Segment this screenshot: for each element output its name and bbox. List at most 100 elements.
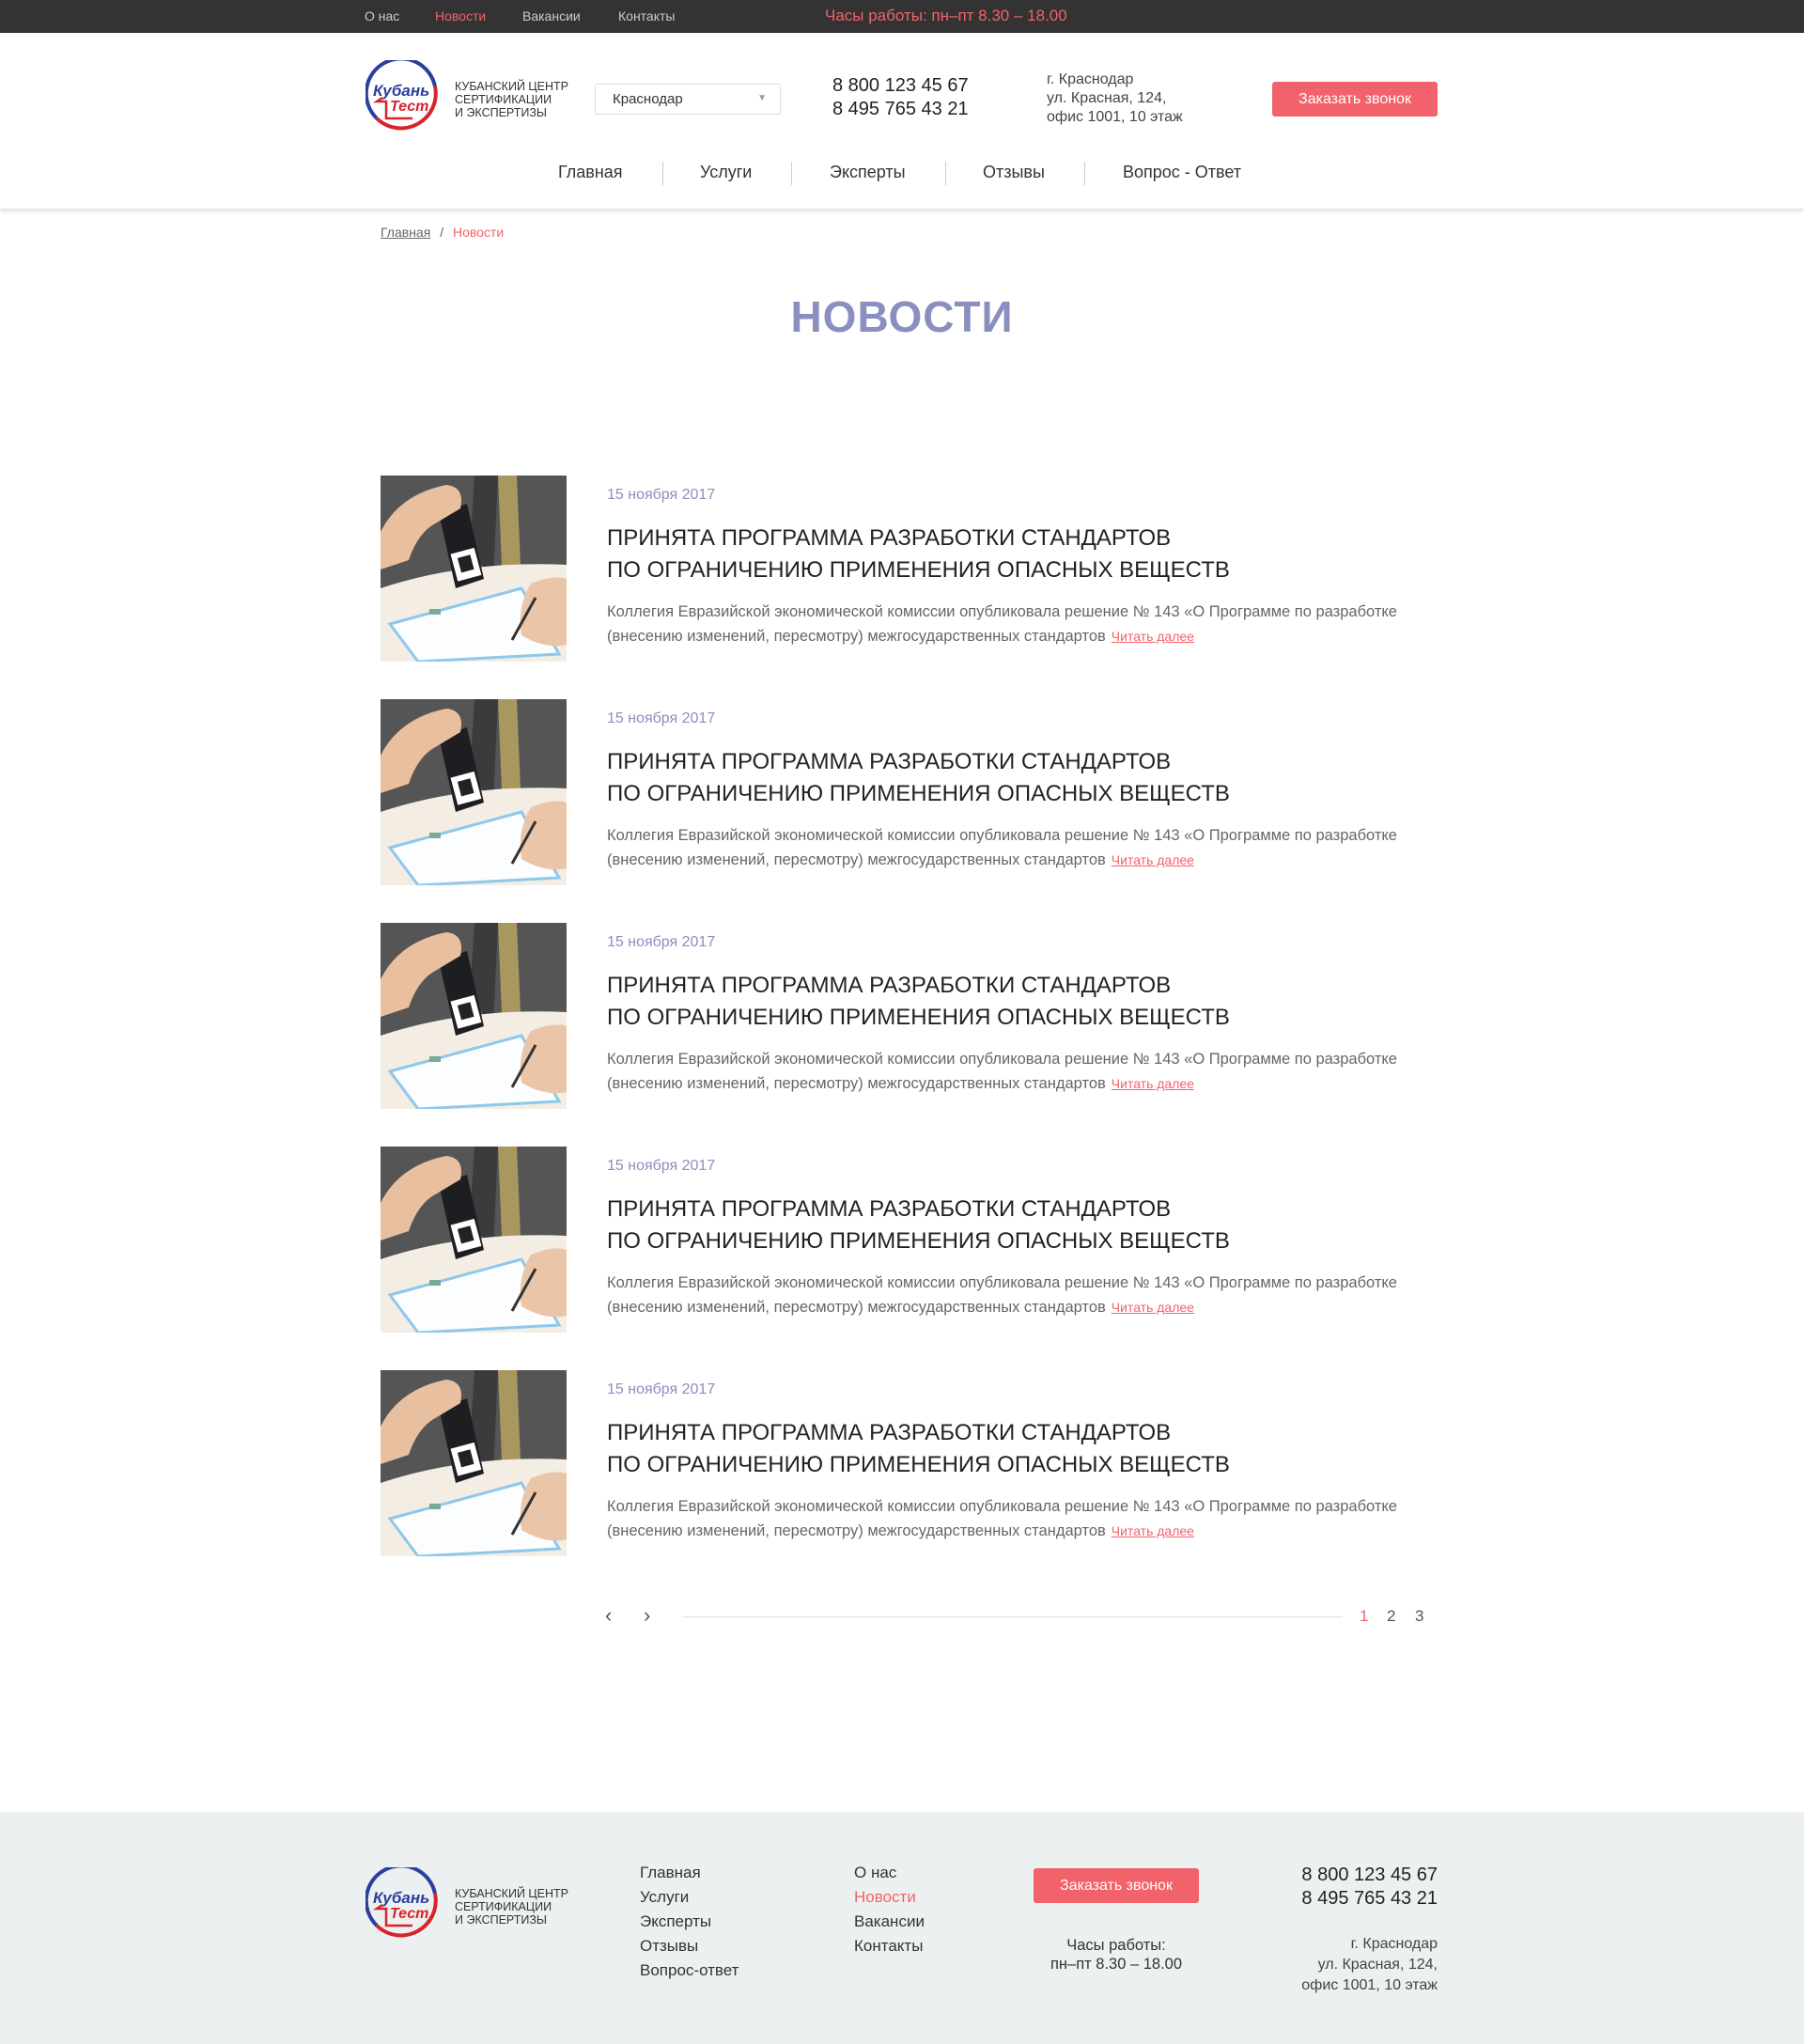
news-date: 15 ноября 2017	[607, 487, 716, 503]
nav-services[interactable]: Услуги	[700, 163, 752, 182]
news-description-text: Коллегия Евразийской экономической комис…	[607, 827, 1397, 868]
nav-reviews[interactable]: Отзывы	[983, 163, 1045, 182]
footer-link-reviews[interactable]: Отзывы	[640, 1934, 739, 1958]
breadcrumb-current: Новости	[452, 225, 505, 240]
news-image[interactable]	[381, 699, 567, 885]
news-image[interactable]	[381, 923, 567, 1109]
nav-experts[interactable]: Эксперты	[830, 163, 906, 182]
callback-button[interactable]: Заказать звонок	[1272, 82, 1438, 117]
logo-link[interactable]: Кубань Тест	[364, 56, 443, 142]
top-link-vacancies[interactable]: Вакансии	[522, 8, 581, 23]
news-date: 15 ноября 2017	[607, 934, 716, 950]
news-image[interactable]	[381, 476, 567, 662]
news-item: 15 ноября 2017 Принята программа разрабо…	[381, 476, 1442, 662]
read-more-link[interactable]: Читать далее	[1112, 629, 1194, 644]
footer-link-about[interactable]: О нас	[854, 1861, 925, 1885]
news-item: 15 ноября 2017 Принята программа разрабо…	[381, 699, 1442, 885]
news-title[interactable]: Принята программа разработки стандартов …	[607, 970, 1434, 1034]
footer-link-services[interactable]: Услуги	[640, 1885, 739, 1910]
news-image[interactable]	[381, 1147, 567, 1333]
address-line: ул. Красная, 124,	[1047, 90, 1167, 106]
nav-separator	[1084, 162, 1085, 185]
logo-icon: Кубань Тест	[364, 56, 438, 131]
city-select[interactable]: Краснодар ▼	[595, 84, 781, 115]
phone-2[interactable]: 8 495 765 43 21	[832, 98, 969, 121]
read-more-link[interactable]: Читать далее	[1112, 852, 1194, 867]
news-item: 15 ноября 2017 Принята программа разрабо…	[381, 1147, 1442, 1333]
next-page-icon[interactable]: ›	[644, 1603, 650, 1628]
top-link-about[interactable]: О нас	[365, 8, 399, 23]
read-more-link[interactable]: Читать далее	[1112, 1523, 1194, 1538]
news-description-text: Коллегия Евразийской экономической комис…	[607, 603, 1397, 645]
news-title-line: Принята программа разработки стандартов	[607, 525, 1172, 551]
news-item: 15 ноября 2017 Принята программа разрабо…	[381, 1370, 1442, 1556]
top-bar: О нас Новости Вакансии Контакты Часы раб…	[0, 0, 1804, 33]
news-date: 15 ноября 2017	[607, 710, 716, 726]
page-title: НОВОСТИ	[790, 292, 1014, 341]
logo-text-line: Кубанский центр	[455, 80, 568, 93]
prev-page-icon[interactable]: ‹	[605, 1603, 612, 1628]
stamp-photo-icon	[381, 476, 567, 662]
address-line: г. Краснодар	[1047, 71, 1134, 87]
breadcrumb-separator: /	[440, 225, 444, 240]
news-title-line: Принята программа разработки стандартов	[607, 1196, 1172, 1222]
news-title[interactable]: Принята программа разработки стандартов …	[607, 746, 1434, 810]
phone-1[interactable]: 8 800 123 45 67	[832, 74, 969, 98]
footer-callback-button[interactable]: Заказать звонок	[1034, 1868, 1199, 1903]
nav-separator	[791, 162, 792, 185]
pagination: ‹ › 1 2 3	[601, 1603, 1447, 1631]
header-address: г. Краснодар ул. Красная, 124, офис 1001…	[1047, 70, 1183, 127]
footer-nav-main: Главная Услуги Эксперты Отзывы Вопрос-от…	[640, 1861, 739, 1983]
news-title-line: по ограничению применения опасных вещест…	[607, 1005, 1230, 1030]
footer-link-experts[interactable]: Эксперты	[640, 1910, 739, 1934]
news-title[interactable]: Принята программа разработки стандартов …	[607, 523, 1434, 586]
stamp-photo-icon	[381, 699, 567, 885]
read-more-link[interactable]: Читать далее	[1112, 1300, 1194, 1315]
logo-text-line: и экспертизы	[455, 1913, 547, 1927]
nav-separator	[945, 162, 946, 185]
news-title-line: Принята программа разработки стандартов	[607, 749, 1172, 774]
footer: Кубань Тест Кубанский центр сертификации…	[0, 1812, 1804, 2044]
footer-address: г. Краснодар ул. Красная, 124, офис 1001…	[1203, 1934, 1438, 1996]
nav-faq[interactable]: Вопрос - Ответ	[1123, 163, 1241, 182]
news-title[interactable]: Принята программа разработки стандартов …	[607, 1417, 1434, 1481]
logo-text-line: сертификации	[455, 93, 552, 106]
footer-link-faq[interactable]: Вопрос-ответ	[640, 1958, 739, 1983]
footer-phone-2[interactable]: 8 495 765 43 21	[1250, 1887, 1438, 1911]
footer-link-vacancies[interactable]: Вакансии	[854, 1910, 925, 1934]
pagination-divider	[683, 1616, 1343, 1617]
breadcrumb-home[interactable]: Главная	[381, 225, 430, 240]
news-title-line: по ограничению применения опасных вещест…	[607, 1452, 1230, 1477]
address-line: офис 1001, 10 этаж	[1047, 109, 1183, 125]
stamp-photo-icon	[381, 923, 567, 1109]
footer-hours-line: пн–пт 8.30 – 18.00	[1050, 1956, 1183, 1973]
read-more-link[interactable]: Читать далее	[1112, 1076, 1194, 1091]
page-1[interactable]: 1	[1360, 1607, 1368, 1626]
footer-phone-1[interactable]: 8 800 123 45 67	[1250, 1864, 1438, 1887]
footer-link-news[interactable]: Новости	[854, 1885, 925, 1910]
page-2[interactable]: 2	[1387, 1607, 1395, 1626]
city-select-value: Краснодар	[613, 91, 683, 107]
news-description-text: Коллегия Евразийской экономической комис…	[607, 1051, 1397, 1092]
news-title[interactable]: Принята программа разработки стандартов …	[607, 1194, 1434, 1257]
news-title-line: по ограничению применения опасных вещест…	[607, 781, 1230, 806]
address-line: офис 1001, 10 этаж	[1301, 1977, 1438, 1993]
top-link-news[interactable]: Новости	[435, 8, 486, 23]
news-date: 15 ноября 2017	[607, 1158, 716, 1174]
top-link-contacts[interactable]: Контакты	[618, 8, 675, 23]
footer-logo-link[interactable]: Кубань Тест	[364, 1864, 443, 1949]
page-3[interactable]: 3	[1415, 1607, 1423, 1626]
news-image[interactable]	[381, 1370, 567, 1556]
footer-link-home[interactable]: Главная	[640, 1861, 739, 1885]
news-date: 15 ноября 2017	[607, 1381, 716, 1397]
address-line: ул. Красная, 124,	[1317, 1957, 1438, 1973]
news-description: Коллегия Евразийской экономической комис…	[607, 1494, 1443, 1543]
news-description: Коллегия Евразийской экономической комис…	[607, 823, 1443, 872]
logo-text: Кубанский центр сертификации и экспертиз…	[455, 80, 568, 119]
dropdown-arrow-icon: ▼	[757, 93, 767, 103]
nav-home[interactable]: Главная	[558, 163, 623, 182]
news-title-line: Принята программа разработки стандартов	[607, 973, 1172, 998]
footer-link-contacts[interactable]: Контакты	[854, 1934, 925, 1958]
address-line: г. Краснодар	[1350, 1936, 1438, 1952]
news-description: Коллегия Евразийской экономической комис…	[607, 600, 1443, 648]
